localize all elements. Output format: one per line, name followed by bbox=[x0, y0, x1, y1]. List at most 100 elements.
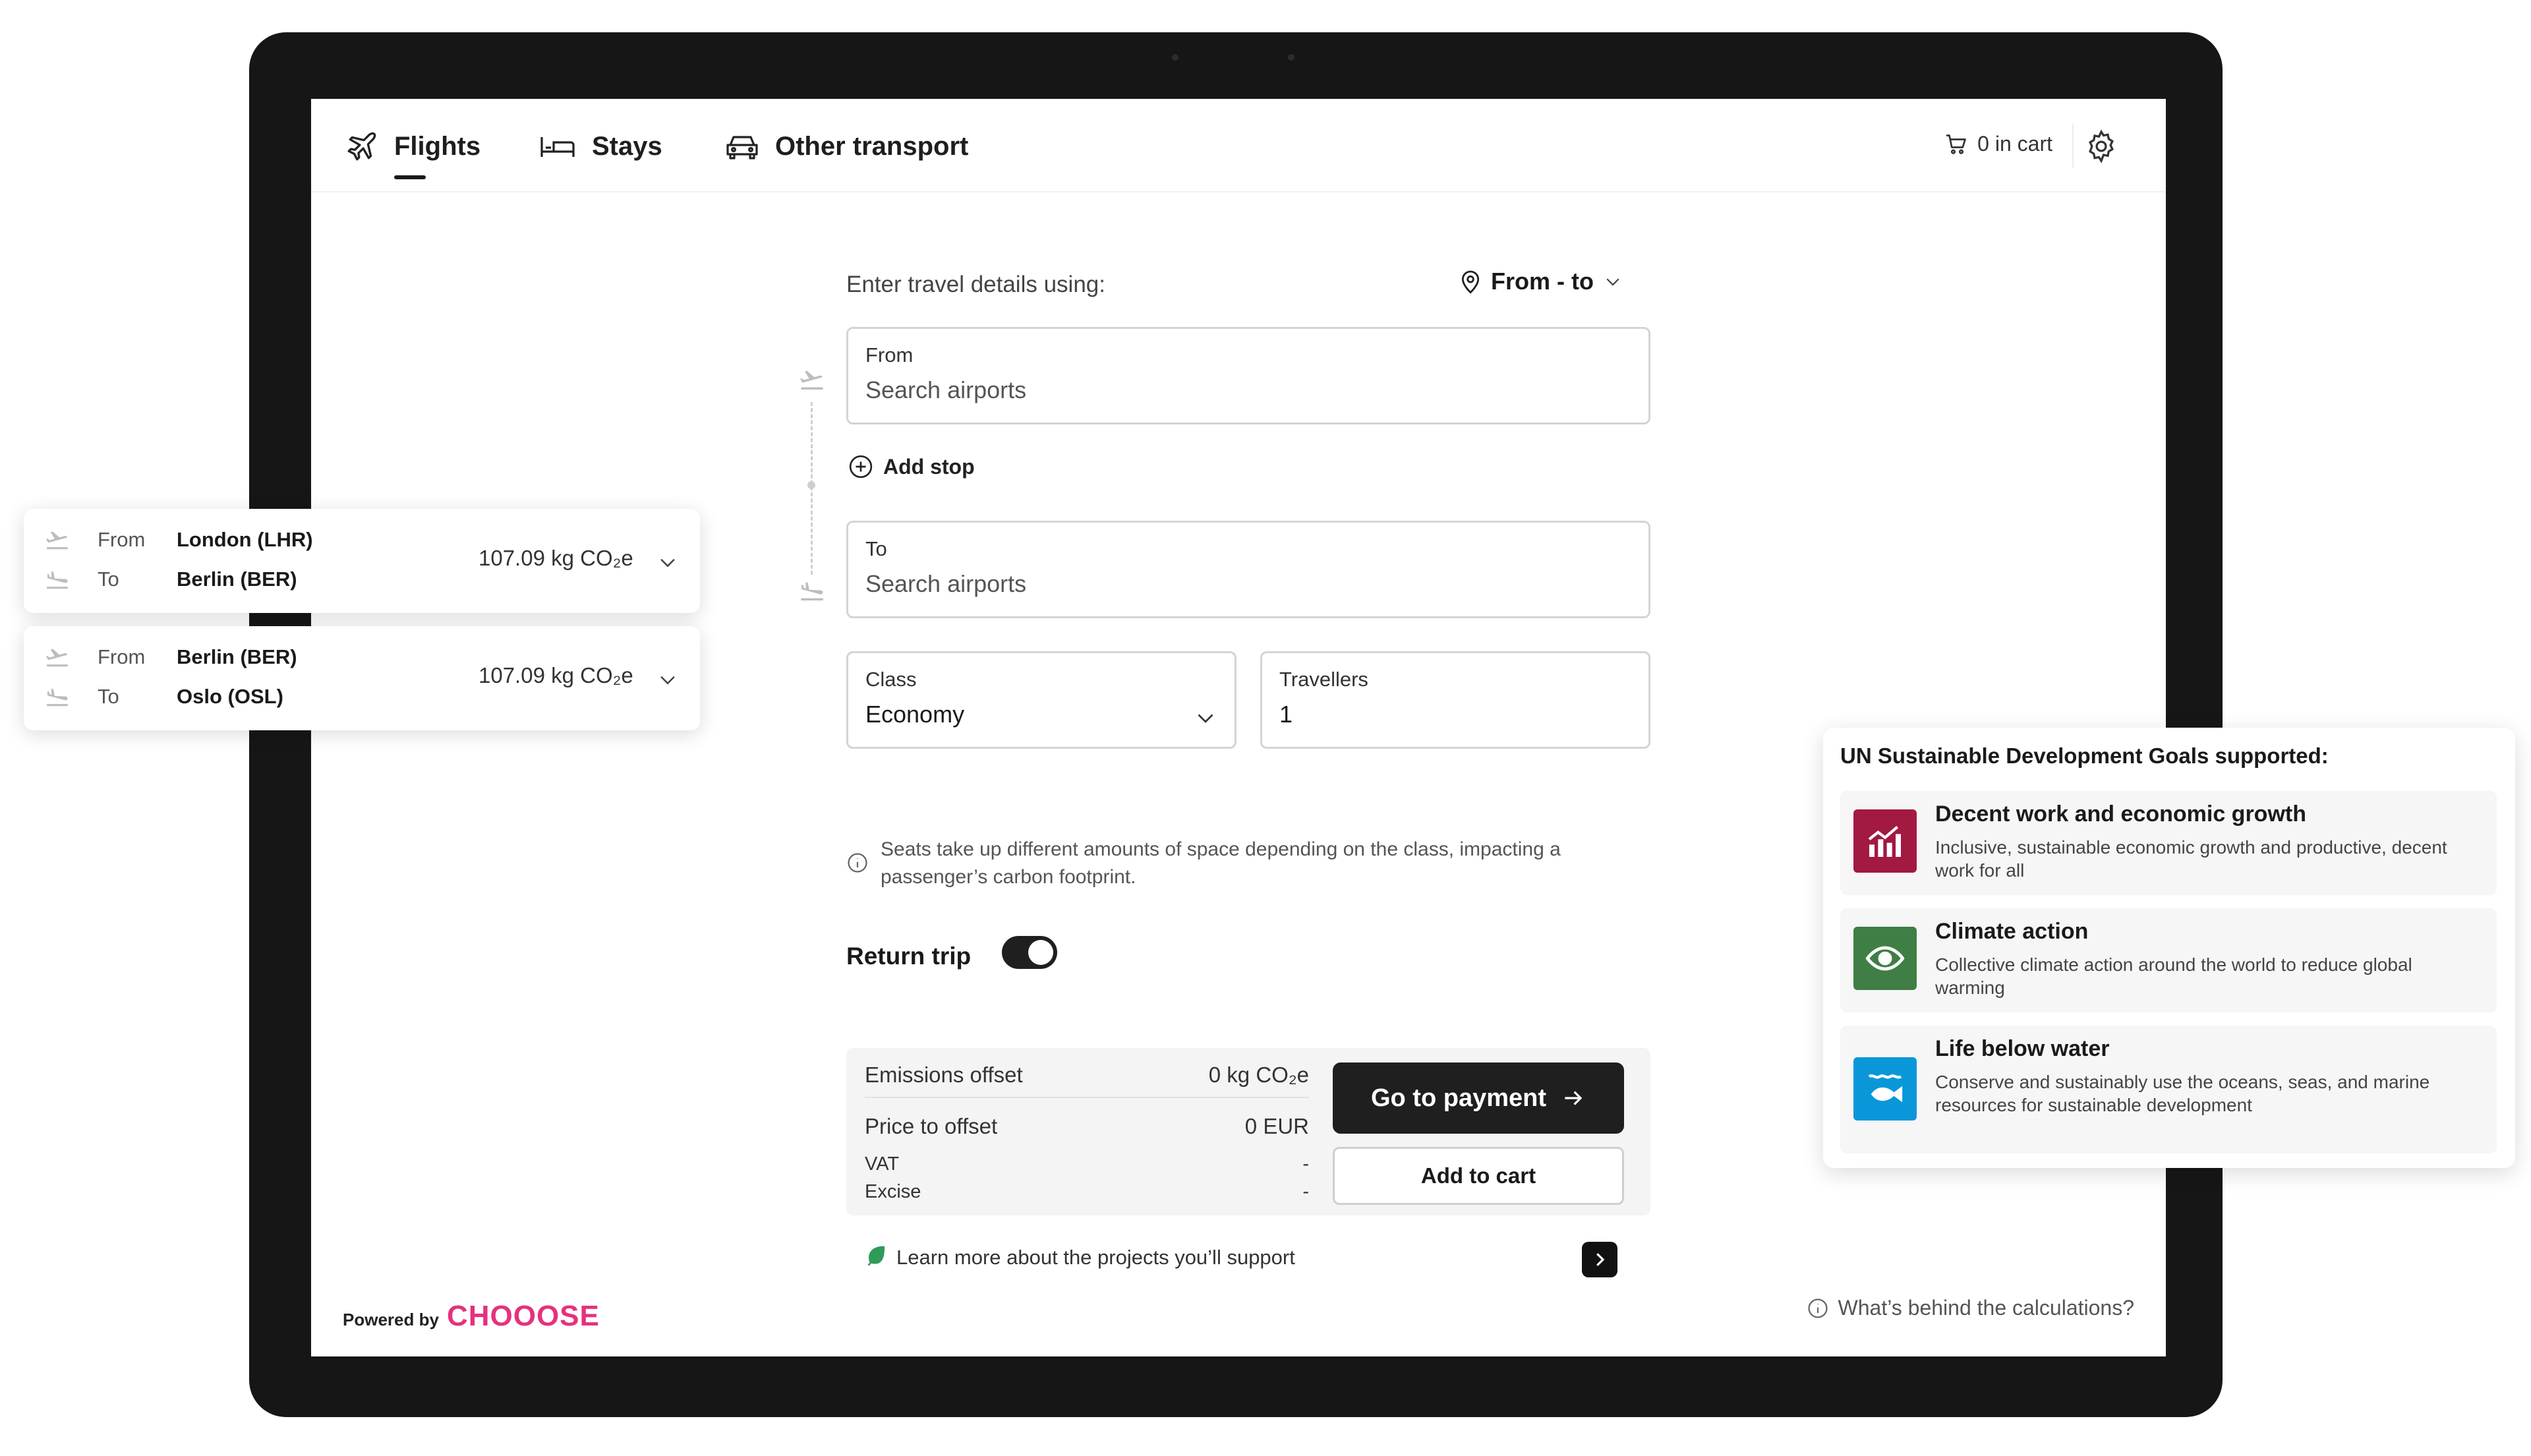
to-field-caption: To bbox=[865, 537, 887, 560]
return-trip-toggle[interactable] bbox=[1002, 936, 1057, 969]
location-pin-icon bbox=[1461, 270, 1480, 294]
leaf-icon bbox=[867, 1246, 885, 1266]
chevron-down-icon bbox=[1606, 278, 1619, 286]
to-airport: Berlin (BER) bbox=[177, 568, 297, 591]
to-airport: Oslo (OSL) bbox=[177, 685, 283, 708]
info-icon bbox=[848, 853, 867, 873]
excise-label: Excise bbox=[865, 1181, 921, 1202]
from-airport-field[interactable]: From Search airports bbox=[846, 327, 1650, 424]
add-to-cart-button[interactable]: Add to cart bbox=[1333, 1147, 1624, 1205]
tab-flights[interactable]: Flights bbox=[345, 128, 480, 165]
sdg-goal-description: Inclusive, sustainable economic growth a… bbox=[1935, 837, 2447, 881]
travellers-field[interactable]: Travellers 1 bbox=[1260, 651, 1650, 749]
learn-more-button[interactable] bbox=[1582, 1242, 1617, 1277]
powered-by-label: Powered by bbox=[343, 1310, 439, 1329]
route-emissions: 107.09 kg CO₂e bbox=[479, 663, 633, 687]
takeoff-icon bbox=[800, 370, 823, 390]
calculations-link[interactable]: What’s behind the calculations? bbox=[1807, 1296, 2134, 1320]
excise-row: Excise - bbox=[865, 1181, 1309, 1203]
class-select[interactable]: Class Economy bbox=[846, 651, 1236, 749]
excise-value: - bbox=[1302, 1181, 1309, 1202]
eye-earth-icon bbox=[1853, 927, 1917, 990]
tab-other-transport-label: Other transport bbox=[775, 131, 969, 161]
info-icon bbox=[1807, 1298, 1828, 1318]
sdg-goal-title: Life below water bbox=[1935, 1036, 2110, 1061]
gear-icon[interactable] bbox=[2084, 129, 2118, 163]
sdg-goal-title: Climate action bbox=[1935, 919, 2089, 944]
add-to-cart-label: Add to cart bbox=[1420, 1163, 1536, 1188]
top-nav: Flights Stays Other transport 0 in cart bbox=[311, 99, 2166, 192]
to-label: To bbox=[98, 685, 119, 708]
from-airport: Berlin (BER) bbox=[177, 645, 297, 668]
sdg-heading: UN Sustainable Development Goals support… bbox=[1840, 743, 2329, 768]
fish-icon bbox=[1853, 1057, 1917, 1121]
tab-flights-label: Flights bbox=[394, 131, 481, 161]
from-label: From bbox=[98, 645, 146, 668]
cart-icon bbox=[1946, 134, 1967, 154]
vat-row: VAT - bbox=[865, 1153, 1309, 1175]
stop-dot bbox=[807, 481, 815, 489]
emissions-row: Emissions offset 0 kg CO₂e bbox=[865, 1063, 1309, 1098]
price-value: 0 EUR bbox=[1244, 1114, 1309, 1138]
chevron-down-icon[interactable] bbox=[656, 551, 679, 573]
class-caption: Class bbox=[865, 668, 917, 691]
travel-details-label: Enter travel details using: bbox=[846, 272, 1105, 297]
sdg-goal-decent-work: Decent work and economic growth Inclusiv… bbox=[1840, 791, 2497, 895]
sensor-dot bbox=[1288, 54, 1295, 61]
chevron-down-icon[interactable] bbox=[656, 668, 679, 691]
route-card[interactable]: From Berlin (BER) To Oslo (OSL) 107.09 k… bbox=[24, 626, 700, 730]
calculations-label: What’s behind the calculations? bbox=[1838, 1296, 2134, 1320]
route-from-row: From Berlin (BER) bbox=[45, 645, 297, 670]
go-to-payment-button[interactable]: Go to payment bbox=[1333, 1063, 1624, 1134]
class-info-note: Seats take up different amounts of space… bbox=[881, 838, 1561, 888]
plane-icon bbox=[347, 132, 376, 161]
input-mode-dropdown[interactable]: From - to bbox=[1459, 268, 1623, 295]
go-to-payment-label: Go to payment bbox=[1370, 1084, 1547, 1112]
sdg-goal-climate-action: Climate action Collective climate action… bbox=[1840, 908, 2497, 1012]
sdg-goal-description: Collective climate action around the wor… bbox=[1935, 954, 2412, 998]
route-card[interactable]: From London (LHR) To Berlin (BER) 107.09… bbox=[24, 509, 700, 613]
powered-by: Powered by CHOOOSE bbox=[343, 1300, 600, 1333]
from-field-caption: From bbox=[865, 343, 914, 366]
learn-more-link[interactable]: Learn more about the projects you’ll sup… bbox=[896, 1246, 1295, 1269]
chevron-right-icon bbox=[1596, 1253, 1605, 1266]
car-icon bbox=[726, 136, 758, 160]
class-value: Economy bbox=[865, 701, 965, 728]
takeoff-icon bbox=[45, 531, 68, 550]
input-mode-label: From - to bbox=[1491, 268, 1594, 295]
route-from-row: From London (LHR) bbox=[45, 527, 313, 552]
emissions-value: 0 kg CO₂e bbox=[1208, 1063, 1309, 1087]
landing-icon bbox=[47, 688, 68, 707]
to-label: To bbox=[98, 568, 119, 591]
sdg-panel: UN Sustainable Development Goals support… bbox=[1823, 728, 2515, 1168]
tab-stays-label: Stays bbox=[592, 131, 662, 161]
add-stop-button[interactable]: Add stop bbox=[848, 453, 975, 480]
from-airport-input[interactable]: Search airports bbox=[865, 376, 1026, 404]
emissions-label: Emissions offset bbox=[865, 1063, 1023, 1087]
route-to-row: To Oslo (OSL) bbox=[45, 684, 283, 709]
bed-icon bbox=[540, 137, 575, 157]
header-divider bbox=[2072, 124, 2074, 167]
price-row: Price to offset 0 EUR bbox=[865, 1114, 1309, 1139]
sdg-goal-title: Decent work and economic growth bbox=[1935, 801, 2306, 827]
route-emissions: 107.09 kg CO₂e bbox=[479, 546, 633, 570]
price-label: Price to offset bbox=[865, 1114, 998, 1138]
travellers-input[interactable]: 1 bbox=[1279, 701, 1293, 728]
vat-label: VAT bbox=[865, 1153, 900, 1175]
growth-chart-icon bbox=[1853, 809, 1917, 873]
plus-circle-icon bbox=[849, 455, 873, 479]
camera-dot bbox=[1172, 54, 1178, 61]
from-label: From bbox=[98, 528, 146, 551]
tab-other-transport[interactable]: Other transport bbox=[725, 128, 968, 165]
takeoff-icon bbox=[45, 649, 68, 667]
arrow-right-icon bbox=[1565, 1091, 1583, 1105]
travellers-caption: Travellers bbox=[1279, 668, 1368, 691]
to-airport-input[interactable]: Search airports bbox=[865, 570, 1026, 598]
route-to-row: To Berlin (BER) bbox=[45, 567, 297, 592]
vat-value: - bbox=[1302, 1153, 1309, 1175]
from-airport: London (LHR) bbox=[177, 528, 313, 551]
cart-link[interactable]: 0 in cart bbox=[1944, 132, 2052, 156]
cart-count: 0 in cart bbox=[1977, 132, 2052, 156]
to-airport-field[interactable]: To Search airports bbox=[846, 521, 1650, 618]
tab-stays[interactable]: Stays bbox=[539, 128, 662, 165]
